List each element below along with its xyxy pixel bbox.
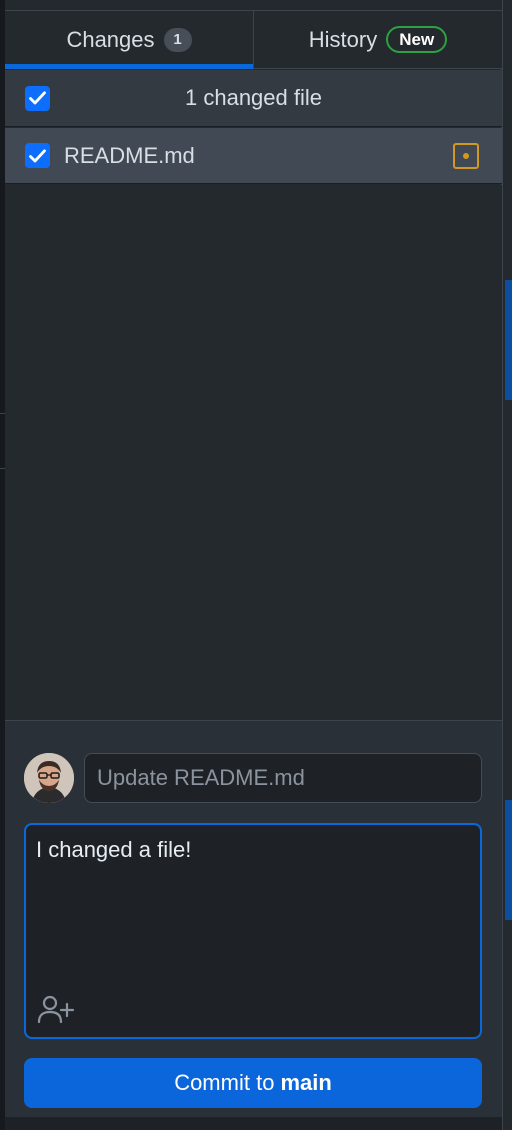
select-all-checkbox[interactable] — [25, 85, 50, 111]
changes-panel: Changes 1 History New 1 changed file REA… — [5, 11, 502, 1117]
tab-bar: Changes 1 History New — [5, 11, 502, 69]
tab-history[interactable]: History New — [254, 11, 502, 68]
new-badge: New — [386, 26, 448, 53]
commit-description-field[interactable]: I changed a file! — [24, 823, 482, 1039]
top-bar — [0, 0, 512, 11]
tab-changes-label: Changes — [66, 26, 155, 52]
tab-history-label: History — [308, 26, 378, 52]
scroll-indicator — [505, 280, 512, 400]
changed-files-count: 1 changed file — [185, 85, 322, 110]
add-coauthor-button[interactable] — [36, 993, 76, 1025]
avatar — [24, 753, 74, 803]
right-edge — [502, 0, 512, 1130]
file-name: README.md — [64, 142, 195, 168]
commit-button-branch: main — [280, 1070, 332, 1095]
commit-description-text: I changed a file! — [36, 837, 192, 862]
file-checkbox[interactable] — [25, 143, 50, 168]
app-window: Changes 1 History New 1 changed file REA… — [0, 0, 512, 1130]
file-modified-icon — [453, 142, 479, 169]
scroll-indicator — [505, 800, 512, 920]
file-list-item[interactable]: README.md — [5, 128, 502, 184]
tab-changes[interactable]: Changes 1 — [5, 11, 254, 69]
changes-header: 1 changed file — [5, 70, 502, 127]
person-add-icon — [37, 995, 75, 1024]
commit-button-prefix: Commit to — [174, 1070, 275, 1095]
checkmark-icon — [29, 148, 46, 162]
commit-summary-input[interactable] — [84, 753, 482, 803]
file-list-empty-area — [5, 185, 502, 720]
checkmark-icon — [29, 91, 46, 105]
avatar-image — [24, 753, 74, 803]
changes-count-badge: 1 — [163, 27, 192, 52]
commit-message-area: I changed a file! Commit tomain — [5, 720, 502, 1117]
commit-button[interactable]: Commit to main — [24, 1058, 482, 1108]
